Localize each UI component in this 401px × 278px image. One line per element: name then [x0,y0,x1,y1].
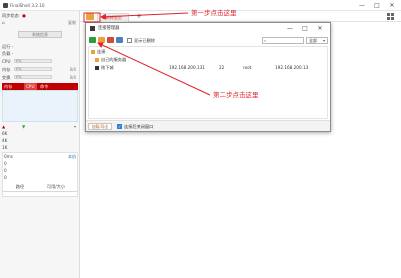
step1-arrow [100,12,189,20]
step2-arrow [97,42,211,96]
step2-annotation: 第二步点击这里 [213,91,259,99]
finalshell-window: FinalShell 3.2.10 — □ ✕ 同步状态 ● ⌂ 复制 系统信息… [0,0,401,278]
annotation-arrows [83,12,211,96]
step1-highlight-box [83,12,101,23]
step1-annotation: 第一步点击这里 [191,9,237,17]
